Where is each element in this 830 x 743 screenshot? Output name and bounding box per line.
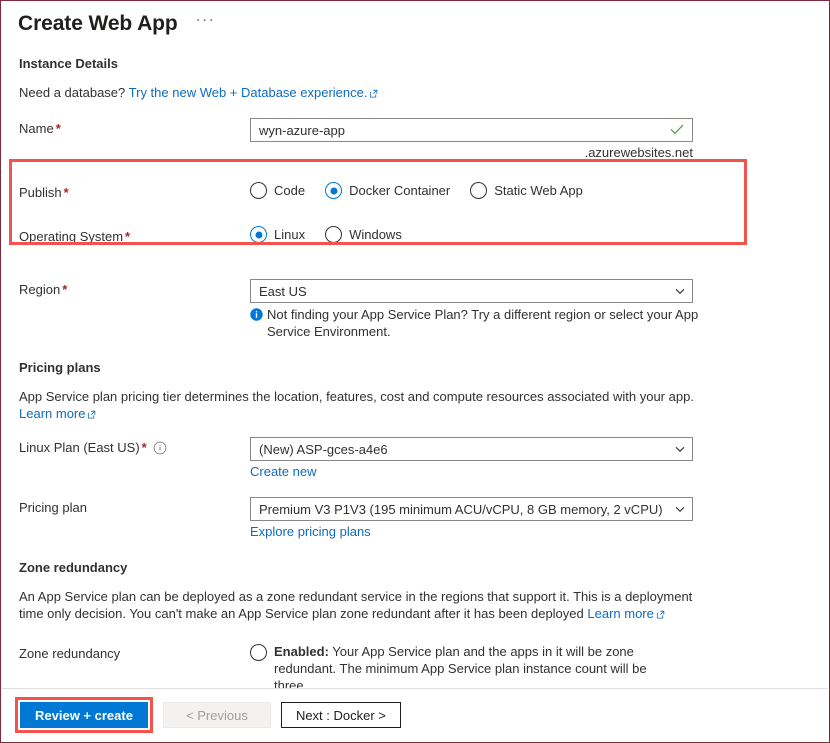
instance-details-heading: Instance Details	[19, 56, 118, 71]
review-create-button[interactable]: Review + create	[20, 702, 148, 728]
required-asterisk: *	[141, 440, 147, 455]
next-docker-button[interactable]: Next : Docker >	[280, 702, 401, 728]
linux-plan-row: Linux Plan (East US) * (New) ASP-gces-a4e…	[1, 437, 829, 479]
chevron-down-icon	[674, 285, 686, 297]
pricing-learn-more-link[interactable]: Learn more	[19, 406, 85, 421]
publish-control: Code Docker Container Static Web App	[250, 182, 829, 199]
external-link-icon	[369, 85, 378, 102]
required-asterisk: *	[62, 282, 68, 297]
os-option-label: Linux	[274, 227, 306, 242]
explore-pricing-plans-link[interactable]: Explore pricing plans	[250, 524, 371, 539]
operating-system-label: Operating System *	[19, 229, 131, 244]
operating-system-row: Operating System * Linux Windows	[1, 226, 829, 248]
region-dropdown-value: East US	[259, 283, 307, 299]
more-options-icon[interactable]: ···	[196, 12, 216, 35]
chevron-down-icon	[674, 443, 686, 455]
radio-icon	[250, 644, 267, 661]
highlight-review-create: Review + create	[15, 697, 153, 733]
name-control: wyn-azure-app .azurewebsites.net	[250, 118, 829, 160]
radio-selected-icon	[325, 182, 343, 199]
region-info-text: Not finding your App Service Plan? Try a…	[267, 307, 699, 339]
zone-option-title: Enabled:	[274, 644, 329, 659]
required-asterisk: *	[125, 229, 131, 244]
required-asterisk: *	[55, 121, 61, 136]
pricing-plans-description-row: App Service plan pricing tier determines…	[1, 388, 709, 423]
name-label: Name *	[19, 121, 61, 136]
external-link-icon	[87, 406, 96, 423]
database-prompt-text: Need a database?	[19, 85, 126, 100]
linux-plan-control: (New) ASP-gces-a4e6 Create new	[250, 437, 829, 479]
publish-option-label: Static Web App	[494, 183, 583, 198]
explore-pricing-row: Explore pricing plans	[250, 524, 829, 539]
previous-button[interactable]: < Previous	[162, 702, 271, 728]
linux-plan-dropdown[interactable]: (New) ASP-gces-a4e6	[250, 437, 693, 461]
radio-icon	[250, 182, 267, 199]
os-option-linux[interactable]: Linux	[250, 226, 305, 243]
publish-option-code[interactable]: Code	[250, 182, 305, 199]
pricing-plan-control: Premium V3 P1V3 (195 minimum ACU/vCPU, 8…	[250, 497, 829, 539]
region-row: Region * East US Not finding your App Ser…	[1, 279, 829, 340]
publish-option-label: Docker Container	[349, 183, 451, 198]
os-radio-group: Linux Windows	[250, 226, 829, 243]
blade-content: Instance Details Need a database? Try th…	[1, 56, 829, 742]
zone-option-label: Enabled: Your App Service plan and the a…	[274, 643, 674, 694]
name-row: Name * wyn-azure-app .azurewebsites.net	[1, 118, 829, 160]
blade-header: Create Web App ···	[1, 1, 829, 39]
publish-option-label: Code	[274, 183, 306, 198]
zone-learn-more-link[interactable]: Learn more	[587, 606, 653, 621]
pricing-plans-heading: Pricing plans	[19, 360, 101, 375]
os-option-windows[interactable]: Windows	[325, 226, 402, 243]
create-web-app-blade: Create Web App ··· Instance Details Need…	[0, 0, 830, 743]
page-title: Create Web App	[18, 12, 178, 35]
region-control: East US Not finding your App Service Pla…	[250, 279, 829, 340]
pricing-plan-dropdown-value: Premium V3 P1V3 (195 minimum ACU/vCPU, 8…	[259, 501, 663, 517]
info-tooltip-icon[interactable]	[153, 440, 167, 455]
zone-option-text: Your App Service plan and the apps in it…	[274, 644, 647, 693]
pricing-plan-label: Pricing plan	[19, 500, 87, 515]
radio-selected-icon	[250, 226, 267, 243]
database-prompt-row: Need a database? Try the new Web + Datab…	[1, 84, 829, 102]
create-new-plan-row: Create new	[250, 464, 829, 479]
name-input[interactable]: wyn-azure-app	[250, 118, 693, 142]
pricing-plan-row: Pricing plan Premium V3 P1V3 (195 minimu…	[1, 497, 829, 539]
linux-plan-dropdown-value: (New) ASP-gces-a4e6	[259, 441, 388, 457]
region-label: Region *	[19, 282, 68, 297]
valid-check-icon	[670, 124, 684, 137]
publish-row: Publish * Code Docker Container Static We…	[1, 182, 829, 204]
linux-plan-label: Linux Plan (East US) *	[1, 437, 250, 459]
create-new-link[interactable]: Create new	[250, 464, 316, 479]
publish-option-static-web-app[interactable]: Static Web App	[470, 182, 583, 199]
info-icon	[250, 308, 263, 321]
os-option-label: Windows	[349, 227, 402, 242]
region-dropdown[interactable]: East US	[250, 279, 693, 303]
external-link-icon	[656, 606, 665, 623]
pricing-plans-description: App Service plan pricing tier determines…	[19, 389, 694, 404]
try-web-database-link[interactable]: Try the new Web + Database experience.	[129, 85, 368, 100]
name-input-value: wyn-azure-app	[259, 122, 345, 138]
chevron-down-icon	[674, 503, 686, 515]
operating-system-control: Linux Windows	[250, 226, 829, 243]
radio-icon	[470, 182, 488, 199]
zone-redundancy-description-row: An App Service plan can be deployed as a…	[1, 588, 694, 623]
zone-redundancy-field-label: Zone redundancy	[19, 646, 121, 661]
publish-label: Publish *	[19, 185, 69, 200]
region-info-message: Not finding your App Service Plan? Try a…	[250, 306, 700, 340]
zone-redundancy-heading: Zone redundancy	[19, 560, 128, 575]
required-asterisk: *	[63, 185, 69, 200]
publish-option-docker-container[interactable]: Docker Container	[325, 182, 450, 199]
zone-redundancy-option-enabled[interactable]: Enabled: Your App Service plan and the a…	[250, 643, 829, 694]
radio-icon	[325, 226, 343, 243]
pricing-plan-dropdown[interactable]: Premium V3 P1V3 (195 minimum ACU/vCPU, 8…	[250, 497, 693, 521]
name-domain-suffix: .azurewebsites.net	[584, 145, 693, 160]
wizard-footer: Review + create < Previous Next : Docker…	[2, 688, 828, 741]
publish-radio-group: Code Docker Container Static Web App	[250, 182, 829, 199]
